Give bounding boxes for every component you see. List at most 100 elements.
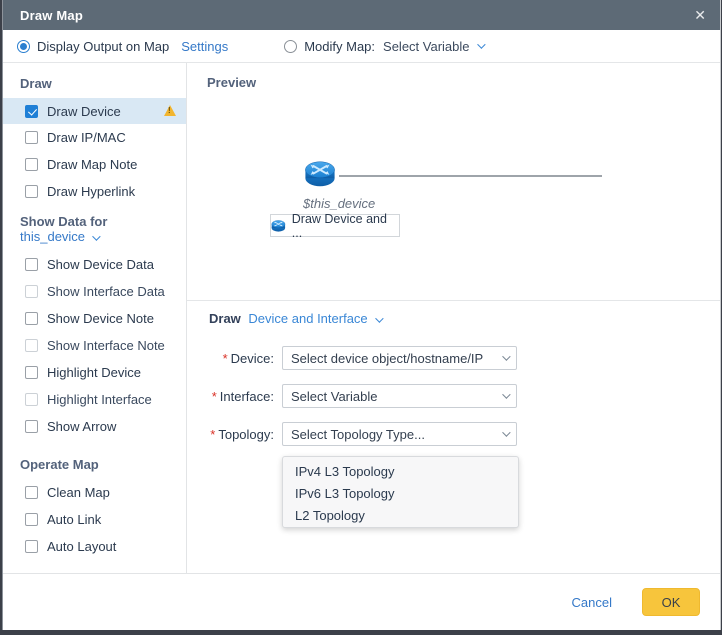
settings-link[interactable]: Settings (181, 39, 228, 54)
show-interface-note-label: Show Interface Note (47, 338, 165, 353)
interface-field-label: *Interface: (187, 389, 274, 404)
sidebar: Draw Draw Device Draw IP/MAC Draw Map No… (3, 63, 187, 573)
device-field-row: *Device: Select device object/hostname/I… (187, 346, 720, 370)
show-device-note-label: Show Device Note (47, 311, 154, 326)
checkbox-row-show-device-data[interactable]: Show Device Data (3, 251, 186, 278)
draw-device-and-button-label: Draw Device and ... (292, 212, 399, 240)
checkbox-row-show-interface-data[interactable]: Show Interface Data (3, 278, 186, 305)
modify-map-radio[interactable] (284, 40, 297, 53)
chevron-down-icon (502, 428, 510, 436)
draw-prefix-label: Draw (209, 311, 241, 326)
auto-layout-label: Auto Layout (47, 539, 116, 554)
topology-option-l2[interactable]: L2 Topology (283, 505, 518, 527)
show-device-note-checkbox[interactable] (25, 312, 38, 325)
draw-device-label: Draw Device (47, 104, 121, 119)
draw-device-interface-header: Draw Device and Interface (209, 311, 381, 326)
draw-map-note-checkbox[interactable] (25, 158, 38, 171)
highlight-interface-checkbox[interactable] (25, 393, 38, 406)
topology-field-row: *Topology: Select Topology Type... (187, 422, 720, 446)
show-device-data-checkbox[interactable] (25, 258, 38, 271)
auto-link-checkbox[interactable] (25, 513, 38, 526)
topology-select-value: Select Topology Type... (291, 427, 495, 442)
mode-bar: Display Output on Map Settings Modify Ma… (3, 30, 720, 63)
device-select-value: Select device object/hostname/IP (291, 351, 495, 366)
modify-map-label[interactable]: Modify Map: (304, 39, 375, 54)
checkbox-row-draw-ipmac[interactable]: Draw IP/MAC (3, 124, 186, 151)
ok-button[interactable]: OK (642, 588, 700, 616)
title-bar: Draw Map ✕ (3, 0, 720, 30)
show-interface-data-checkbox[interactable] (25, 285, 38, 298)
draw-map-dialog: Draw Map ✕ Display Output on Map Setting… (2, 0, 721, 630)
chevron-down-icon (502, 390, 510, 398)
router-device-icon (304, 159, 336, 189)
draw-device-checkbox[interactable] (25, 105, 38, 118)
checkbox-row-highlight-interface[interactable]: Highlight Interface (3, 386, 186, 413)
auto-link-label: Auto Link (47, 512, 101, 527)
highlight-device-label: Highlight Device (47, 365, 141, 380)
interface-select-value: Select Variable (291, 389, 495, 404)
chevron-down-icon (375, 314, 383, 322)
highlight-interface-label: Highlight Interface (47, 392, 152, 407)
interface-select[interactable]: Select Variable (282, 384, 517, 408)
close-icon[interactable]: ✕ (694, 8, 706, 22)
checkbox-row-draw-map-note[interactable]: Draw Map Note (3, 151, 186, 178)
highlight-device-checkbox[interactable] (25, 366, 38, 379)
display-output-label[interactable]: Display Output on Map (37, 39, 169, 54)
checkbox-row-highlight-device[interactable]: Highlight Device (3, 359, 186, 386)
checkbox-row-clean-map[interactable]: Clean Map (3, 479, 186, 506)
checkbox-row-show-device-note[interactable]: Show Device Note (3, 305, 186, 332)
draw-section-header: Draw (3, 67, 186, 98)
draw-ipmac-label: Draw IP/MAC (47, 130, 126, 145)
draw-map-note-label: Draw Map Note (47, 157, 137, 172)
modify-map-variable-select[interactable]: Select Variable (383, 39, 469, 54)
preview-header: Preview (207, 75, 256, 90)
show-device-data-label: Show Device Data (47, 257, 154, 272)
warning-icon (164, 105, 176, 116)
checkbox-row-show-interface-note[interactable]: Show Interface Note (3, 332, 186, 359)
display-output-radio[interactable] (17, 40, 30, 53)
topology-field-label: *Topology: (187, 427, 274, 442)
device-select[interactable]: Select device object/hostname/IP (282, 346, 517, 370)
topology-option-ipv6-l3[interactable]: IPv6 L3 Topology (283, 483, 518, 505)
topology-select[interactable]: Select Topology Type... (282, 422, 517, 446)
operate-map-section-header: Operate Map (3, 448, 186, 479)
interface-field-row: *Interface: Select Variable (187, 384, 720, 408)
draw-hyperlink-checkbox[interactable] (25, 185, 38, 198)
cancel-button[interactable]: Cancel (572, 595, 612, 610)
required-marker: * (212, 389, 217, 404)
show-data-section-header: Show Data for this_device (3, 205, 186, 251)
this-device-label: $this_device (303, 196, 375, 211)
show-interface-note-checkbox[interactable] (25, 339, 38, 352)
draw-ipmac-checkbox[interactable] (25, 131, 38, 144)
clean-map-checkbox[interactable] (25, 486, 38, 499)
checkbox-row-draw-hyperlink[interactable]: Draw Hyperlink (3, 178, 186, 205)
checkbox-row-show-arrow[interactable]: Show Arrow (3, 413, 186, 440)
auto-layout-checkbox[interactable] (25, 540, 38, 553)
topology-link-line (339, 175, 602, 177)
chevron-down-icon (502, 352, 510, 360)
show-arrow-label: Show Arrow (47, 419, 116, 434)
show-arrow-checkbox[interactable] (25, 420, 38, 433)
checkbox-row-auto-layout[interactable]: Auto Layout (3, 533, 186, 560)
topology-dropdown-menu: IPv4 L3 Topology IPv6 L3 Topology L2 Top… (282, 456, 519, 528)
device-and-interface-select[interactable]: Device and Interface (248, 311, 367, 326)
show-interface-data-label: Show Interface Data (47, 284, 165, 299)
draw-device-and-button[interactable]: Draw Device and ... (270, 214, 400, 237)
chevron-down-icon (477, 40, 485, 48)
checkbox-row-draw-device[interactable]: Draw Device (3, 98, 186, 124)
device-field-label: *Device: (187, 351, 274, 366)
draw-form: *Device: Select device object/hostname/I… (187, 346, 720, 460)
checkbox-row-auto-link[interactable]: Auto Link (3, 506, 186, 533)
chevron-down-icon (92, 232, 100, 240)
clean-map-label: Clean Map (47, 485, 110, 500)
show-data-variable-select[interactable]: this_device (20, 229, 85, 244)
draw-hyperlink-label: Draw Hyperlink (47, 184, 135, 199)
footer-bar: Cancel OK (3, 573, 720, 630)
required-marker: * (210, 427, 215, 442)
dialog-title: Draw Map (20, 8, 83, 23)
required-marker: * (223, 351, 228, 366)
topology-option-ipv4-l3[interactable]: IPv4 L3 Topology (283, 461, 518, 483)
router-icon-small (271, 219, 286, 233)
section-divider (187, 300, 720, 301)
show-data-prefix: Show Data for (20, 214, 107, 229)
